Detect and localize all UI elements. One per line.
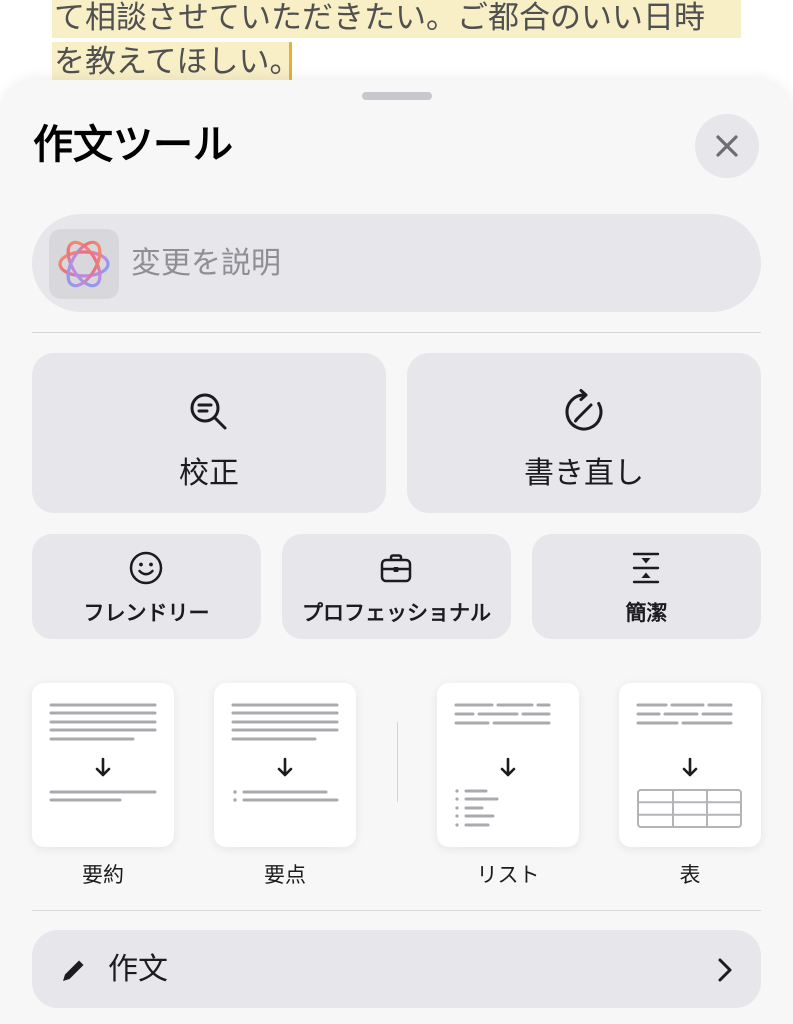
describe-change-field[interactable]	[32, 214, 761, 312]
proofread-label: 校正	[179, 456, 239, 491]
briefcase-icon	[380, 554, 412, 583]
concise-button[interactable]: 簡潔	[532, 534, 761, 639]
rewrite-label: 書き直し	[524, 456, 644, 491]
list-label: リスト	[476, 863, 540, 887]
table-icon	[636, 703, 742, 828]
writing-tools-sheet: 作文ツール 変更を説明 校正 書き直し フレンドリー プロフェッショナル 簡潔 …	[0, 80, 793, 1024]
close-button[interactable]	[695, 114, 759, 178]
key-points-card[interactable]	[214, 683, 356, 847]
summary-label: 要約	[82, 863, 124, 887]
text-cursor	[289, 42, 292, 80]
highlighted-text-line[interactable]: て相談させていただきたい。ご都合のいい日時	[52, 0, 741, 38]
highlighted-text-line[interactable]: を教えてほしい。	[52, 42, 292, 84]
professional-button[interactable]: プロフェッショナル	[282, 534, 511, 639]
table-label: 表	[679, 863, 701, 887]
key-points-label: 要点	[264, 863, 306, 887]
summary-card[interactable]	[32, 683, 174, 847]
smiley-icon	[129, 551, 163, 585]
sheet-grabber[interactable]	[362, 92, 432, 100]
proofread-button[interactable]: 校正	[32, 353, 386, 513]
apple-intelligence-icon	[49, 229, 119, 299]
describe-change-input[interactable]	[131, 238, 731, 288]
divider	[32, 332, 761, 333]
key-points-icon	[231, 703, 339, 802]
table-card[interactable]	[619, 683, 761, 847]
professional-label: プロフェッショナル	[302, 601, 491, 625]
friendly-button[interactable]: フレンドリー	[32, 534, 261, 639]
compose-button[interactable]: 作文	[32, 930, 761, 1008]
chevron-right-icon	[718, 958, 732, 982]
rewrite-icon	[565, 389, 603, 431]
divider	[32, 910, 761, 911]
sheet-title: 作文ツール	[33, 122, 233, 168]
friendly-label: フレンドリー	[83, 601, 210, 625]
text-line: を教えてほしい。	[54, 44, 292, 80]
proofread-icon	[190, 393, 227, 430]
rewrite-button[interactable]: 書き直し	[407, 353, 761, 513]
apple-intelligence-glyph	[58, 240, 110, 288]
compose-label: 作文	[108, 952, 168, 987]
screen: て相談させていただきたい。ご都合のいい日時 を教えてほしい。 作文ツール 変更を…	[0, 0, 793, 1024]
concise-icon	[632, 552, 660, 584]
close-icon	[716, 135, 738, 157]
concise-label: 簡潔	[625, 601, 668, 625]
list-icon	[454, 703, 551, 827]
pencil-icon	[63, 960, 84, 981]
text-line: て相談させていただきたい。ご都合のいい日時	[54, 0, 705, 36]
list-card[interactable]	[437, 683, 579, 847]
document-text-area[interactable]: て相談させていただきたい。ご都合のいい日時 を教えてほしい。	[0, 0, 793, 90]
summary-icon	[49, 703, 157, 802]
card-group-divider	[397, 722, 398, 802]
